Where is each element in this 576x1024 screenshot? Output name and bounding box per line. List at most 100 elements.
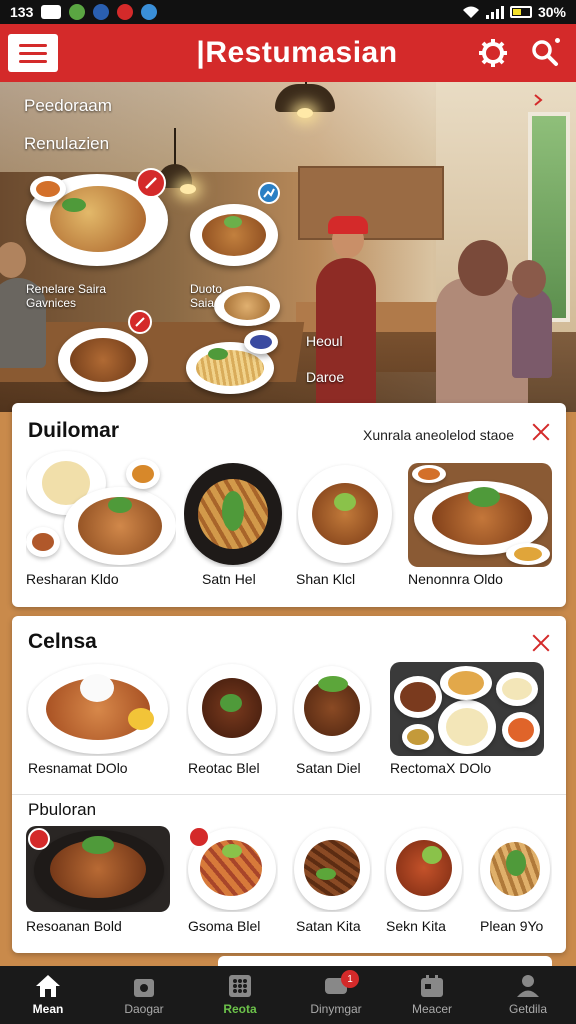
food-item-label: Satan Diel — [296, 760, 361, 776]
food-thumbnail — [186, 662, 278, 756]
food-item-label: RectomaX DOlo — [390, 760, 492, 776]
food-item-label: Satan Kita — [296, 918, 361, 934]
food-item-label: Shan Klcl — [296, 571, 356, 587]
food-item[interactable]: Plean 9Yo — [478, 826, 554, 942]
nav-item-profile[interactable]: Getdila — [483, 966, 573, 1024]
food-item[interactable]: Sekn Kita — [384, 826, 466, 942]
food-item-label: Reotac Blel — [188, 760, 260, 776]
bottom-nav: Mean Daogar Reota 1 Dinymgar Meacer Getd… — [0, 966, 576, 1024]
battery-icon — [509, 6, 532, 18]
food-item[interactable]: Shan Klcl — [296, 463, 396, 592]
nav-item-home[interactable]: Mean — [3, 966, 93, 1024]
nav-item-chat[interactable]: 1 Dinymgar — [291, 966, 381, 1024]
hero-label-left: Renelare Saira Gavnices — [26, 282, 107, 310]
hero-label-right-1: Heoul — [306, 333, 343, 349]
sauce-bowl — [244, 330, 278, 354]
signal-icon — [485, 5, 504, 19]
food-item[interactable]: RectomaX DOlo — [390, 662, 546, 780]
food-item[interactable]: Reotac Blel — [186, 662, 280, 780]
food-thumbnail — [184, 463, 284, 567]
message-icon — [41, 5, 62, 19]
food-item[interactable]: Gsoma Blel — [186, 826, 280, 942]
food-item[interactable]: Satn Hel — [184, 463, 284, 592]
menu-button[interactable] — [8, 34, 58, 72]
food-item[interactable]: Satan Kita — [292, 826, 374, 942]
food-item[interactable]: Satan Diel — [292, 662, 374, 780]
divider — [12, 794, 566, 795]
hero-line-2: Renulazien — [24, 134, 110, 153]
category-card-1: Duilomar Xunrala aneolelod staoe Reshara… — [12, 403, 566, 607]
app-title: |Restumasian — [196, 36, 398, 69]
hero-label-mid: Duoto Saia — [190, 282, 223, 310]
notification-dot — [552, 36, 562, 45]
pencil-icon — [135, 317, 145, 327]
food-thumbnail — [478, 826, 552, 912]
food-item[interactable]: Nenonnra Oldo — [408, 463, 554, 592]
nav-badge: 1 — [341, 970, 359, 988]
food-thumbnail — [26, 447, 176, 567]
pencil-icon — [145, 177, 157, 189]
food-item-label: Resnamat DOlo — [28, 760, 128, 776]
status-time: 133 — [10, 4, 34, 20]
favorite-badge[interactable] — [28, 828, 50, 850]
sauce-bowl — [30, 176, 66, 202]
bag-icon — [134, 979, 154, 997]
calendar-icon — [421, 975, 443, 997]
food-item[interactable]: Resnamat DOlo — [26, 662, 172, 780]
hero-banner: Peedoraam Renulazien Renelare Saira Gavn… — [0, 82, 576, 412]
nav-item-bag[interactable]: Daogar — [99, 966, 189, 1024]
battery-level: 30% — [537, 4, 566, 20]
nav-item-calendar[interactable]: Meacer — [387, 966, 477, 1024]
favorite-badge[interactable] — [188, 826, 210, 848]
hero-label-right-2: Daroe — [306, 369, 345, 385]
food-item-label: Gsoma Blel — [188, 918, 261, 934]
nav-label: Reota — [223, 1002, 257, 1016]
profile-icon — [517, 975, 539, 997]
card-subtitle: Xunrala aneolelod staoe — [362, 427, 514, 443]
food-item-label: Resoanan Bold — [26, 918, 122, 934]
nav-label: Dinymgar — [310, 1002, 362, 1016]
food-plate — [214, 286, 280, 326]
nav-label: Mean — [32, 1002, 64, 1016]
search-button[interactable] — [528, 36, 562, 70]
app-bar: |Restumasian — [0, 24, 576, 82]
nav-item-grid[interactable]: Reota — [195, 966, 285, 1024]
food-thumbnail — [296, 463, 396, 567]
status-right: 30% — [462, 4, 566, 20]
nav-label: Getdila — [508, 1002, 548, 1016]
food-thumbnail — [384, 826, 464, 912]
app-badge-icon — [117, 4, 134, 20]
chevron-right-icon[interactable] — [532, 94, 544, 106]
hero-line-1: Peedoraam — [24, 96, 112, 115]
edit-badge[interactable] — [128, 310, 152, 334]
edit-badge[interactable] — [136, 168, 166, 198]
food-item-label: Nenonnra Oldo — [408, 571, 503, 587]
card-title: Duilomar — [28, 419, 120, 442]
nav-label: Meacer — [411, 1002, 452, 1016]
grid-icon — [229, 975, 251, 997]
food-item[interactable]: Resharan Kldo — [26, 447, 176, 592]
location-icon — [141, 4, 158, 20]
card-title: Celnsa — [28, 630, 97, 653]
food-item-label: Satn Hel — [202, 571, 256, 587]
info-badge[interactable] — [258, 182, 280, 204]
food-item-label: Sekn Kita — [386, 918, 446, 934]
nav-label: Daogar — [124, 1002, 164, 1016]
status-bar: 133 30% — [0, 0, 576, 24]
food-item-label: Resharan Kldo — [26, 571, 119, 587]
food-plate — [58, 328, 148, 392]
food-item[interactable]: Resoanan Bold — [26, 826, 172, 942]
close-button[interactable] — [530, 632, 552, 654]
settings-button[interactable] — [476, 36, 510, 70]
wifi-icon — [462, 6, 479, 18]
food-thumbnail — [26, 662, 170, 756]
food-thumbnail — [292, 826, 372, 912]
food-plate — [190, 204, 278, 266]
close-button[interactable] — [530, 421, 552, 443]
chart-icon — [263, 188, 275, 198]
section-title: Pbuloran — [28, 800, 97, 819]
app-notification-icon — [69, 4, 86, 20]
shield-icon — [93, 4, 110, 20]
status-left: 133 — [10, 4, 158, 20]
food-thumbnail — [408, 463, 552, 567]
